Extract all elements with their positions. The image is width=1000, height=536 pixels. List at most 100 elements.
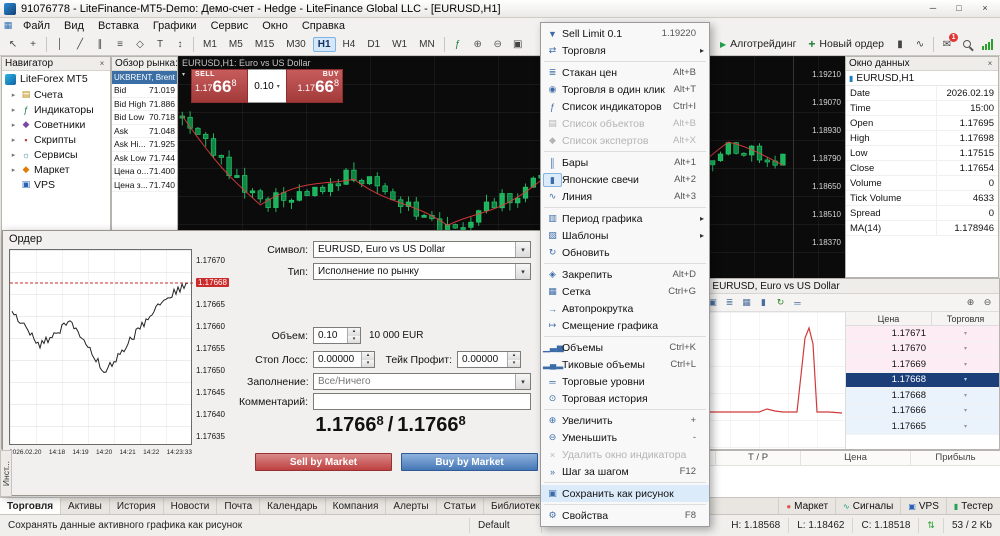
corner-tab[interactable]: ▣ VPS: [900, 498, 946, 514]
context-menu-item[interactable]: ▦ Сетка Ctrl+G: [541, 283, 709, 300]
context-menu-item[interactable]: → Автопрокрутка: [541, 300, 709, 317]
corner-tab[interactable]: ▮ Тестер: [945, 498, 1000, 514]
take-profit-stepper[interactable]: 0.00000 ▴ ▾: [457, 351, 521, 368]
window-control-button[interactable]: ─: [920, 1, 946, 16]
toolbar-button[interactable]: [190, 35, 197, 54]
timeframe-button[interactable]: M15: [250, 37, 279, 52]
notifications-button[interactable]: ✉ 1: [937, 32, 958, 54]
column-header[interactable]: Цена: [846, 312, 932, 325]
context-menu-item[interactable]: ▂▄▂ Тиковые объемы Ctrl+L: [541, 356, 709, 373]
context-menu-item[interactable]: ◈ Закрепить Alt+D: [541, 266, 709, 283]
corner-tab[interactable]: ● Маркет: [778, 498, 835, 514]
menu-item[interactable]: Справка: [295, 18, 352, 33]
chart-mdi-icon[interactable]: ▦: [0, 20, 16, 31]
quick-buy-button[interactable]: BUY 1.17 66 8: [286, 69, 343, 103]
toolbar-button[interactable]: ≡: [110, 35, 130, 54]
toolbar-button[interactable]: ↻: [772, 295, 789, 310]
context-menu-item[interactable]: ⚙ Свойства F8: [541, 507, 709, 524]
chevron-down-icon[interactable]: ▾: [932, 392, 999, 399]
toolbox-tab[interactable]: Новости: [164, 498, 218, 514]
context-menu-item[interactable]: » Шаг за шагом F12: [541, 463, 709, 480]
navigator-item[interactable]: ▸ ☼ Сервисы: [2, 147, 110, 162]
toolbox-tab[interactable]: Календарь: [260, 498, 326, 514]
sell-by-market-button[interactable]: Sell by Market: [255, 453, 392, 471]
timeframe-button[interactable]: D1: [362, 37, 385, 52]
toolbar-button[interactable]: ↕: [170, 35, 190, 54]
chevron-down-icon[interactable]: ▾: [932, 330, 999, 337]
menu-item[interactable]: Графики: [146, 18, 204, 33]
timeframe-button[interactable]: M5: [224, 37, 248, 52]
price-ladder-row[interactable]: 1.17669 ▾: [846, 357, 999, 373]
market-watch-header[interactable]: Обзор рынка: 1...: [112, 57, 177, 71]
volume-stepper[interactable]: 0.10 ▴ ▾: [313, 327, 361, 344]
toolbox-tab[interactable]: История: [110, 498, 164, 514]
toolbar-button[interactable]: ⊕: [468, 35, 488, 54]
toolbox-tab[interactable]: Почта: [217, 498, 261, 514]
price-ladder-row[interactable]: 1.17668 ▾: [846, 388, 999, 404]
corner-tab[interactable]: ∿ Сигналы: [835, 498, 900, 514]
toolbar-button[interactable]: [441, 35, 448, 54]
timeframe-button[interactable]: MN: [414, 37, 440, 52]
toolbar-button[interactable]: ∿: [910, 35, 930, 54]
toolbar-button[interactable]: ⊕: [962, 295, 979, 310]
column-header[interactable]: Т / Р: [715, 451, 800, 465]
toolbar-button[interactable]: ⊖: [488, 35, 508, 54]
toolbox-tab[interactable]: Компания: [326, 498, 387, 514]
toolbar-button[interactable]: │: [50, 35, 70, 54]
market-watch-row[interactable]: Ask Hi... 71.925: [112, 138, 177, 152]
navigator-header[interactable]: Навигатор ×: [2, 57, 110, 71]
context-menu-item[interactable]: ◉ Торговля в один клик Alt+T: [541, 81, 709, 98]
market-watch-row[interactable]: Bid 71.019: [112, 84, 177, 98]
toolbar-button[interactable]: ▣: [508, 35, 528, 54]
price-ladder-row[interactable]: 1.17668 ▾: [846, 372, 999, 388]
context-menu-item[interactable]: ≣ Стакан цен Alt+B: [541, 64, 709, 81]
context-menu-item[interactable]: ◆ Список экспертов Alt+X: [541, 132, 709, 149]
toolbar-button[interactable]: ≣: [721, 295, 738, 310]
toolbox-tab[interactable]: Статьи: [437, 498, 485, 514]
close-icon[interactable]: ×: [97, 59, 107, 68]
toolbar-button[interactable]: ▮: [755, 295, 772, 310]
menu-item[interactable]: Окно: [255, 18, 295, 33]
market-watch-row[interactable]: Цена о... 71.400: [112, 165, 177, 179]
context-menu-item[interactable]: ▨ Шаблоны: [541, 227, 709, 244]
menu-item[interactable]: Сервис: [204, 18, 256, 33]
navigator-item[interactable]: ▸ ▤ Счета: [2, 87, 110, 102]
market-watch-row[interactable]: Bid Low 70.718: [112, 111, 177, 125]
menu-item[interactable]: Вставка: [91, 18, 146, 33]
context-menu-item[interactable]: ⊕ Увеличить +: [541, 412, 709, 429]
connection-status[interactable]: [977, 35, 997, 54]
fill-policy-select[interactable]: Все/Ничего ▾: [313, 373, 531, 390]
toolbar-button[interactable]: ╱: [70, 35, 90, 54]
market-watch-row[interactable]: Bid High 71.886: [112, 98, 177, 111]
spin-down-icon[interactable]: ▾: [348, 335, 360, 343]
column-header[interactable]: Торговля: [932, 312, 999, 325]
menu-item[interactable]: Файл: [16, 18, 57, 33]
symbol-select[interactable]: EURUSD, Euro vs US Dollar ▾: [313, 241, 531, 258]
market-watch-row[interactable]: Ask 71.048: [112, 125, 177, 138]
navigator-item[interactable]: ▸ ƒ Индикаторы: [2, 102, 110, 117]
close-icon[interactable]: ×: [985, 59, 995, 68]
market-watch-row[interactable]: Цена з... 71.740: [112, 179, 177, 192]
column-header[interactable]: Цена: [800, 451, 910, 465]
price-ladder-row[interactable]: 1.17670 ▾: [846, 341, 999, 357]
context-menu-item[interactable]: ↦ Смещение графика: [541, 317, 709, 334]
buy-by-market-button[interactable]: Buy by Market: [401, 453, 538, 471]
context-menu-item[interactable]: ▤ Список объектов Alt+B: [541, 115, 709, 132]
algo-trading-button[interactable]: ▶ Алготрейдинг: [714, 35, 802, 54]
quick-volume-input[interactable]: 0.10 ▾: [248, 69, 286, 103]
comment-input[interactable]: [313, 393, 531, 410]
timeframe-button[interactable]: H1: [312, 36, 336, 52]
window-control-button[interactable]: ×: [972, 1, 998, 16]
price-ladder-row[interactable]: 1.17665 ▾: [846, 419, 999, 435]
spin-down-icon[interactable]: ▾: [362, 359, 374, 367]
trade-widget-header[interactable]: ▮ EURUSD, Euro vs US Dollar: [701, 279, 999, 294]
timeframe-button[interactable]: H4: [338, 37, 361, 52]
toolbox-tab[interactable]: Торговля: [0, 498, 62, 514]
toolbox-tab[interactable]: Алерты: [386, 498, 437, 514]
timeframe-button[interactable]: M1: [198, 37, 222, 52]
quick-sell-button[interactable]: SELL 1.17 66 8: [191, 69, 248, 103]
navigator-item[interactable]: ▸ ▪ Скрипты: [2, 132, 110, 147]
profile-selector[interactable]: Default: [470, 518, 542, 533]
collapse-icon[interactable]: ▾: [182, 69, 191, 103]
market-watch-row[interactable]: Ask Low 71.744: [112, 152, 177, 165]
